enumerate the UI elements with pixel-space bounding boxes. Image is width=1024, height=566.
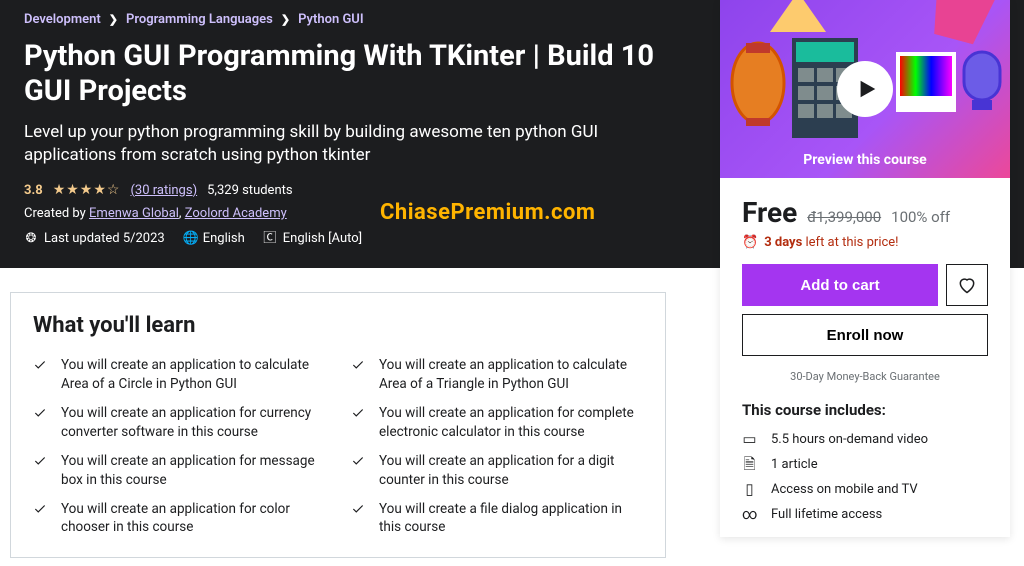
author-link[interactable]: Emenwa Global (89, 206, 179, 221)
preview-video[interactable]: Preview this course (720, 0, 1010, 178)
rating-value: 3.8 (24, 183, 43, 198)
star-icon: ★★★★☆ (53, 182, 121, 198)
badge-icon: ❂ (24, 232, 38, 246)
chevron-right-icon: ❯ (281, 13, 290, 26)
course-subtitle: Level up your python programming skill b… (24, 121, 664, 169)
mirror-icon (958, 44, 1006, 114)
captions-icon: 🄲 (263, 232, 277, 246)
price-original: đ1,399,000 (807, 208, 881, 226)
check-icon (351, 358, 365, 372)
check-icon (33, 502, 47, 516)
learn-item-text: You will create an application for compl… (379, 404, 643, 442)
shape-icon (770, 0, 826, 32)
file-icon: 🗎 (742, 457, 757, 472)
guarantee-text: 30-Day Money-Back Guarantee (742, 370, 988, 383)
learn-item-text: You will create an application to calcul… (379, 356, 643, 394)
heart-icon (957, 275, 977, 295)
check-icon (33, 454, 47, 468)
wishlist-button[interactable] (946, 264, 988, 306)
breadcrumb-link[interactable]: Programming Languages (126, 12, 273, 27)
purchase-card: Preview this course Free đ1,399,000 100%… (720, 0, 1010, 537)
mobile-icon: ▯ (742, 482, 757, 497)
learn-heading: What you'll learn (33, 313, 643, 338)
learn-item-text: You will create a file dialog applicatio… (379, 500, 643, 538)
check-icon (351, 502, 365, 516)
include-item: 1 article (771, 457, 818, 472)
breadcrumb-link[interactable]: Python GUI (298, 12, 364, 27)
check-icon (351, 454, 365, 468)
price-discount: 100% off (891, 208, 950, 226)
check-icon (351, 406, 365, 420)
shape-icon (925, 0, 996, 47)
learn-item-text: You will create an application for a dig… (379, 452, 643, 490)
include-item: Full lifetime access (771, 507, 882, 522)
includes-heading: This course includes: (742, 401, 988, 419)
course-title: Python GUI Programming With TKinter | Bu… (24, 39, 664, 109)
price-row: Free đ1,399,000 100% off (742, 196, 988, 229)
infinity-icon: ∞ (742, 507, 757, 522)
check-icon (33, 358, 47, 372)
preview-label: Preview this course (720, 152, 1010, 168)
play-icon (837, 61, 893, 117)
check-icon (33, 406, 47, 420)
learn-section: What you'll learn You will create an app… (10, 292, 666, 558)
include-item: Access on mobile and TV (771, 482, 918, 497)
chevron-right-icon: ❯ (109, 13, 118, 26)
learn-item-text: You will create an application for curre… (61, 404, 325, 442)
lantern-icon (728, 38, 788, 128)
globe-icon: 🌐 (183, 232, 197, 246)
video-icon: ▭ (742, 432, 757, 447)
language: English (203, 231, 245, 246)
includes-list: ▭ 5.5 hours on-demand video 🗎 1 article ▯ A… (742, 427, 988, 527)
learn-item-text: You will create an application for color… (61, 500, 325, 538)
include-item: 5.5 hours on-demand video (771, 432, 928, 447)
learn-item-text: You will create an application for messa… (61, 452, 325, 490)
learn-item-text: You will create an application to calcul… (61, 356, 325, 394)
author-link[interactable]: Zoolord Academy (185, 206, 287, 221)
breadcrumb-link[interactable]: Development (24, 12, 101, 27)
enroll-button[interactable]: Enroll now (742, 314, 988, 356)
urgency-message: ⏰ 3 days left at this price! (742, 235, 988, 250)
watermark-text: ChiasePremium.com (380, 200, 595, 225)
students-count: 5,329 students (207, 183, 293, 198)
price-current: Free (742, 196, 797, 229)
ratings-link[interactable]: (30 ratings) (130, 183, 197, 198)
captions: English [Auto] (283, 231, 362, 246)
last-updated: Last updated 5/2023 (44, 231, 165, 246)
alarm-icon: ⏰ (742, 235, 758, 250)
add-to-cart-button[interactable]: Add to cart (742, 264, 938, 306)
color-picker-icon (896, 52, 956, 112)
